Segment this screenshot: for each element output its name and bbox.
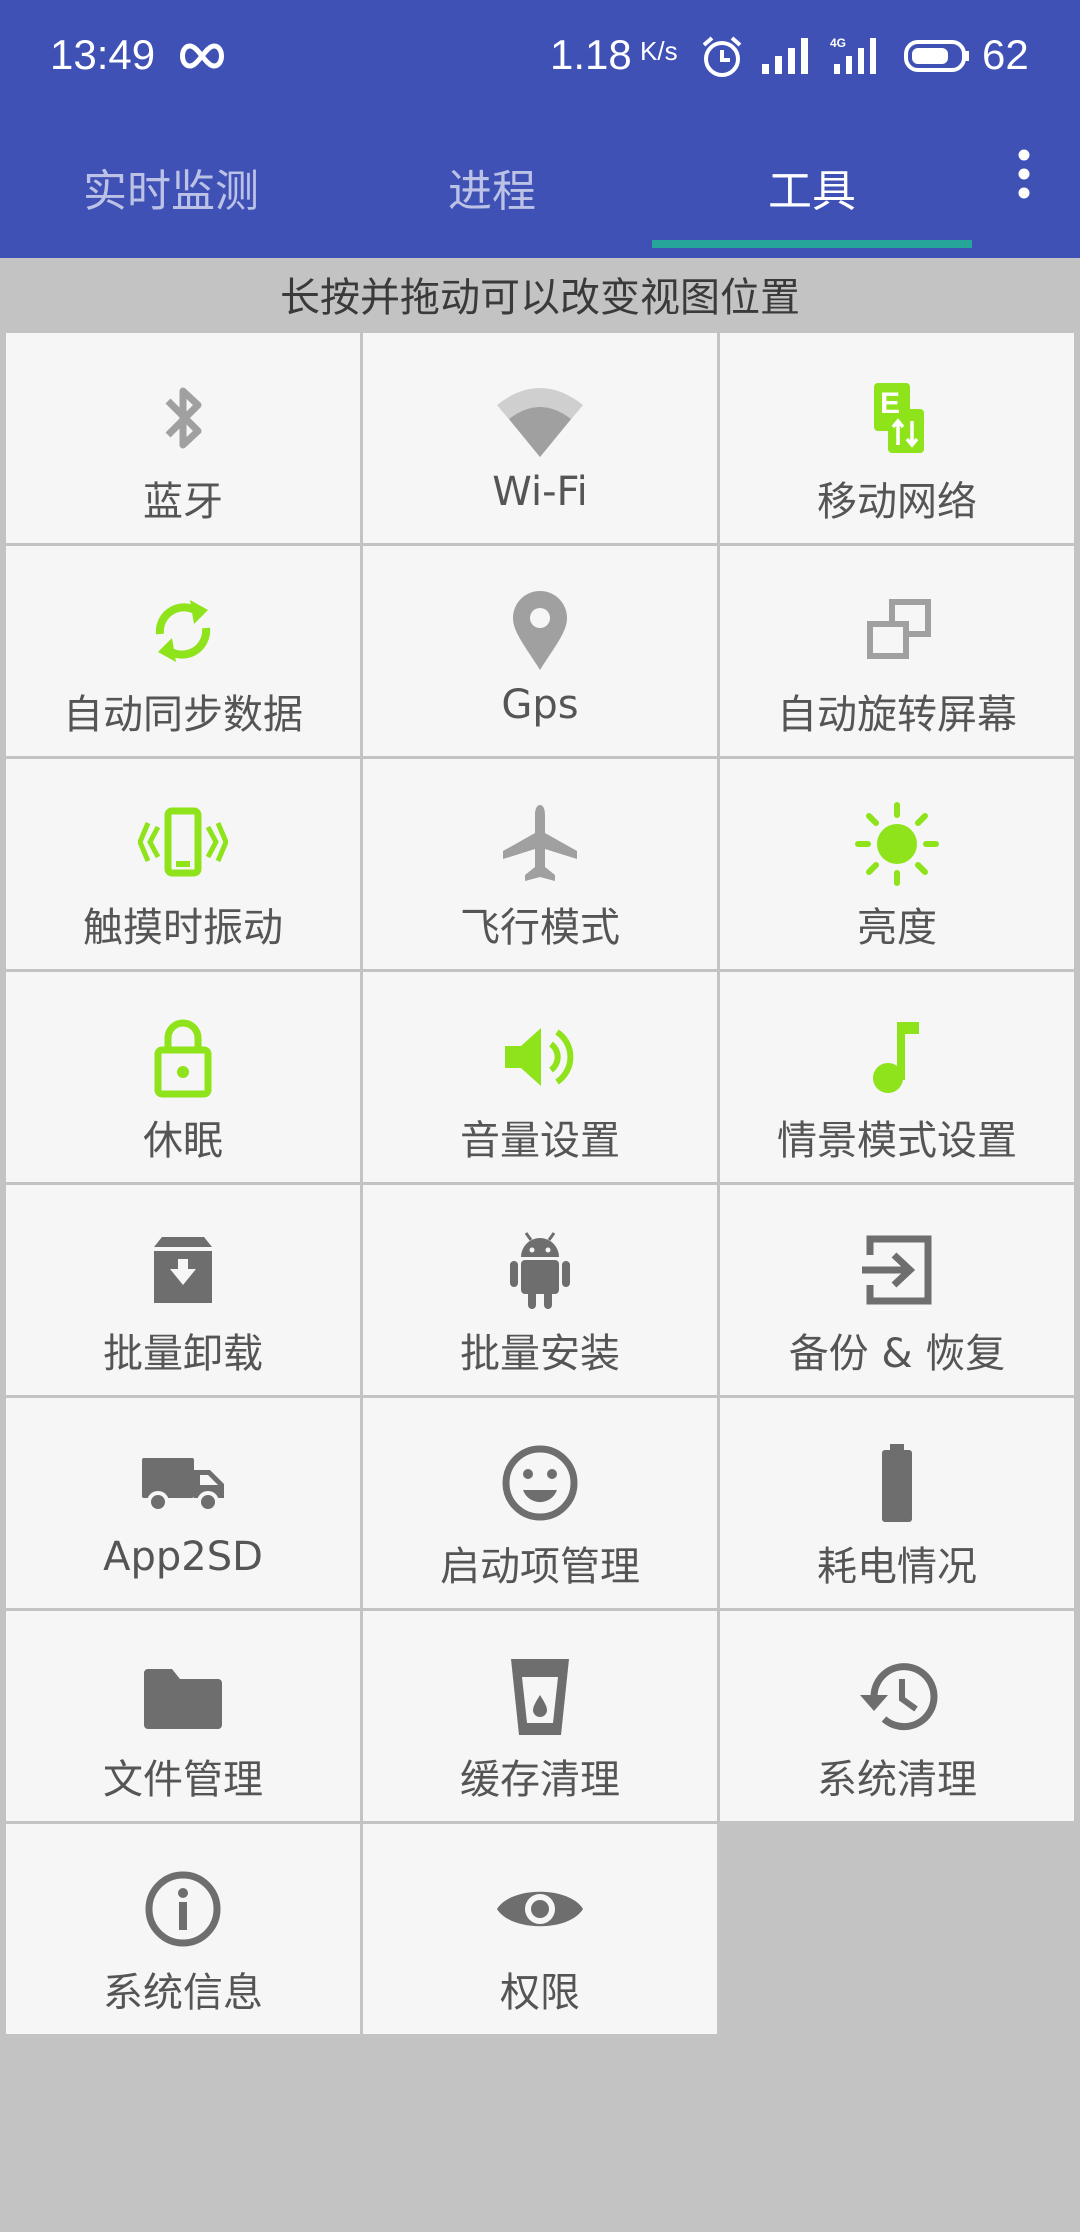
info-icon [145, 1871, 221, 1947]
tool-label: 自动同步数据 [63, 692, 303, 738]
wifi-icon [497, 388, 583, 457]
tool-file-manager[interactable]: 文件管理 [6, 1611, 360, 1821]
tool-label: 耗电情况 [817, 1544, 977, 1590]
tool-scene-mode-settings[interactable]: 情景模式设置 [720, 972, 1074, 1182]
tool-permissions[interactable]: 权限 [363, 1824, 717, 2034]
tool-label: 启动项管理 [440, 1544, 640, 1590]
tool-label: 系统信息 [103, 1970, 263, 2016]
signal-icon [762, 38, 808, 74]
app-header: 13:49 1.18 K/s 4G 62 实时监测 进程 工具 [0, 0, 1080, 258]
folder-icon [144, 1669, 222, 1729]
tool-label: Wi-Fi [492, 469, 588, 515]
tool-volume-settings[interactable]: 音量设置 [363, 972, 717, 1182]
tool-label: 移动网络 [817, 479, 977, 525]
screen-rotation-icon [867, 599, 931, 659]
tool-airplane-mode[interactable]: 飞行模式 [363, 759, 717, 969]
net-speed: 1.18 [550, 31, 632, 78]
status-bar: 13:49 1.18 K/s 4G 62 [0, 0, 1080, 115]
tool-cache-cleaner[interactable]: 缓存清理 [363, 1611, 717, 1821]
volume-icon [505, 1028, 574, 1086]
net-speed-unit: K/s [640, 36, 678, 66]
cup-icon [511, 1659, 569, 1735]
sync-icon [155, 600, 211, 662]
tool-auto-rotate[interactable]: 自动旋转屏幕 [720, 546, 1074, 756]
tab-tools[interactable]: 工具 [652, 115, 972, 258]
signal-4g-icon: 4G [830, 36, 876, 74]
tab-realtime-monitor[interactable]: 实时监测 [0, 115, 342, 258]
location-pin-icon [513, 591, 567, 670]
tool-label: 休眠 [143, 1118, 223, 1164]
tool-sleep[interactable]: 休眠 [6, 972, 360, 1182]
lock-icon [154, 1019, 212, 1098]
tool-label: 权限 [500, 1970, 580, 2016]
tool-label: 缓存清理 [460, 1757, 620, 1803]
tool-label: 备份 & 恢复 [788, 1331, 1006, 1377]
tool-label: 系统清理 [817, 1757, 977, 1803]
tool-label: 音量设置 [460, 1118, 620, 1164]
tool-vibrate-on-touch[interactable]: 触摸时振动 [6, 759, 360, 969]
tool-label: App2SD [103, 1534, 263, 1580]
infinity-icon [180, 43, 224, 69]
tool-label: 文件管理 [103, 1757, 263, 1803]
tool-label: 批量卸载 [103, 1331, 263, 1377]
tool-wifi[interactable]: Wi-Fi [363, 333, 717, 543]
tab-processes[interactable]: 进程 [342, 115, 642, 258]
airplane-icon [503, 805, 577, 881]
tool-label: 情景模式设置 [777, 1118, 1017, 1164]
music-note-icon [873, 1022, 919, 1093]
battery-usage-icon [882, 1444, 912, 1522]
mobile-data-icon: E [874, 383, 924, 453]
tool-label: 自动旋转屏幕 [777, 692, 1017, 738]
tool-label: 触摸时振动 [83, 905, 283, 951]
archive-icon [154, 1237, 212, 1303]
battery-icon [904, 40, 969, 72]
battery-level: 62 [982, 31, 1029, 78]
eye-icon [497, 1891, 583, 1927]
tool-system-cleaner[interactable]: 系统清理 [720, 1611, 1074, 1821]
truck-icon [142, 1458, 224, 1513]
svg-text:E: E [880, 387, 900, 420]
brightness-icon [855, 802, 939, 886]
tool-label: 飞行模式 [460, 905, 620, 951]
tool-mobile-network[interactable]: E 移动网络 [720, 333, 1074, 543]
vibration-icon [138, 807, 228, 877]
svg-text:4G: 4G [830, 36, 846, 50]
tool-label: Gps [501, 682, 579, 728]
tool-bluetooth[interactable]: 蓝牙 [6, 333, 360, 543]
tool-batch-uninstall[interactable]: 批量卸载 [6, 1185, 360, 1395]
more-options-icon[interactable] [1010, 148, 1038, 200]
status-time: 13:49 [50, 31, 156, 78]
tab-bar: 实时监测 进程 工具 [0, 115, 1080, 258]
alarm-icon [702, 36, 742, 77]
bluetooth-icon [165, 387, 202, 449]
active-tab-indicator [652, 240, 972, 248]
backup-restore-icon [862, 1235, 932, 1305]
smiley-icon [502, 1445, 578, 1521]
app-root: 13:49 1.18 K/s 4G 62 实时监测 进程 工具 长按并拖动可以改… [0, 0, 1080, 2232]
tool-label: 亮度 [857, 905, 937, 951]
tool-startup-manager[interactable]: 启动项管理 [363, 1398, 717, 1608]
tool-gps[interactable]: Gps [363, 546, 717, 756]
history-icon [860, 1663, 938, 1731]
tool-battery-usage[interactable]: 耗电情况 [720, 1398, 1074, 1608]
tool-backup-restore[interactable]: 备份 & 恢复 [720, 1185, 1074, 1395]
tool-auto-sync[interactable]: 自动同步数据 [6, 546, 360, 756]
tool-system-info[interactable]: 系统信息 [6, 1824, 360, 2034]
android-icon [510, 1232, 570, 1309]
tool-batch-install[interactable]: 批量安装 [363, 1185, 717, 1395]
tool-brightness[interactable]: 亮度 [720, 759, 1074, 969]
tool-label: 蓝牙 [143, 479, 223, 525]
drag-hint: 长按并拖动可以改变视图位置 [280, 275, 800, 321]
tool-app2sd[interactable]: App2SD [6, 1398, 360, 1608]
tool-label: 批量安装 [460, 1331, 620, 1377]
